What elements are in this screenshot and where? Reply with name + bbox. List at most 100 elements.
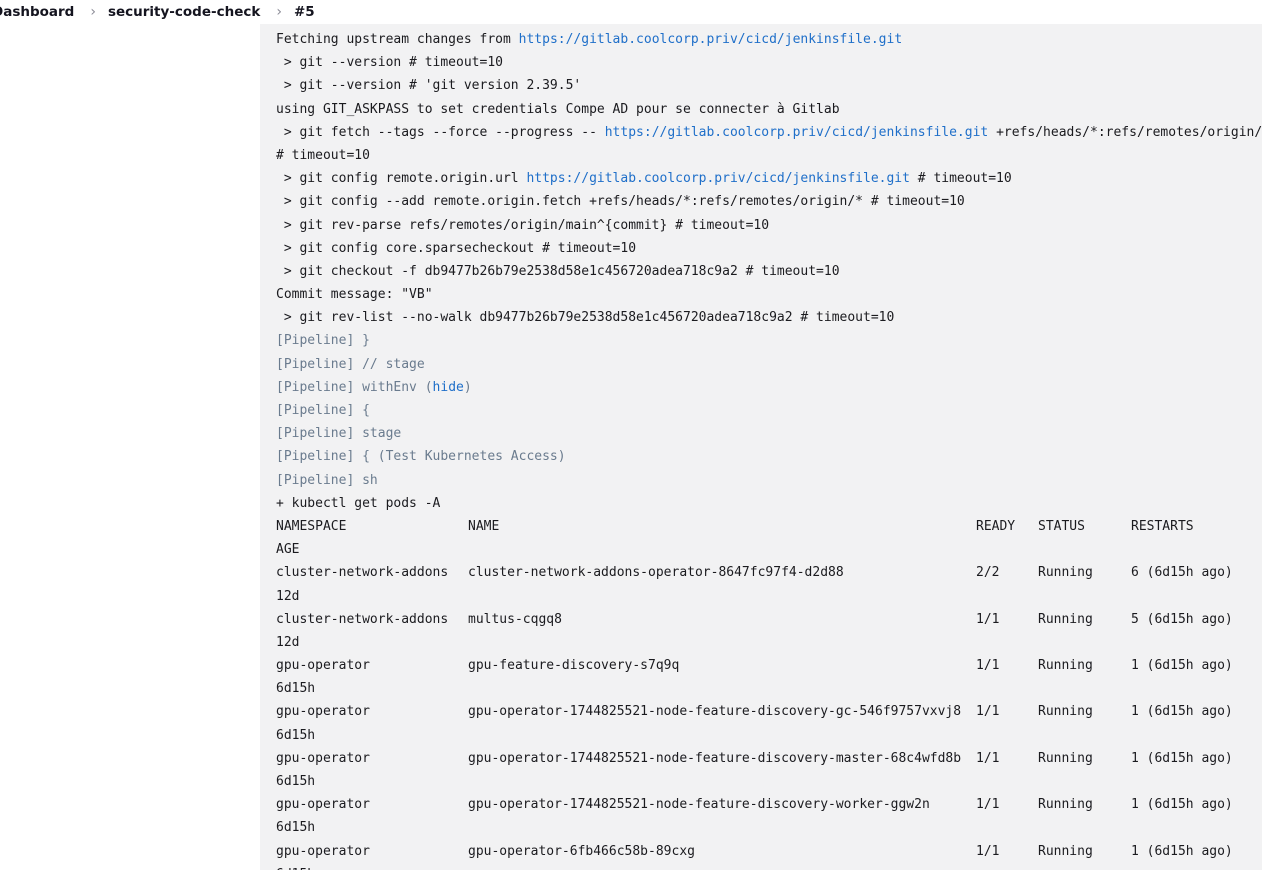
table-cell: 12d xyxy=(276,588,300,604)
repo-url-link[interactable]: https://gitlab.coolcorp.priv/cicd/jenkin… xyxy=(526,171,910,186)
table-cell: gpu-operator-1744825521-node-feature-dis… xyxy=(468,797,930,813)
table-cell: READY xyxy=(976,518,1016,534)
pipeline-text: [Pipeline] { (Test Kubernetes Access) xyxy=(276,449,566,465)
table-cell: cluster-network-addons-operator-8647fc97… xyxy=(468,565,844,581)
table-cell: 2/2 xyxy=(976,565,1000,581)
table-wrap-line: 6d15h xyxy=(276,724,1262,747)
table-cell: gpu-operator xyxy=(276,704,370,720)
table-cell: 12d xyxy=(276,634,300,650)
console-text: +refs/heads/*:refs/remotes/origin/* xyxy=(988,124,1262,140)
breadcrumb: Dashboard › security-code-check › #5 xyxy=(0,0,1262,24)
table-cell: gpu-operator xyxy=(276,843,370,859)
pipeline-text: [Pipeline] stage xyxy=(276,426,402,442)
table-cell: multus-cqgq8 xyxy=(468,611,562,627)
table-wrap-line: AGE xyxy=(276,538,1262,561)
console-line: > git --version # timeout=10 xyxy=(276,51,1262,74)
repo-url-link[interactable]: https://gitlab.coolcorp.priv/cicd/jenkin… xyxy=(605,125,989,140)
console-text: > git config remote.origin.url xyxy=(276,171,527,187)
pipeline-text: [Pipeline] } xyxy=(276,333,370,349)
table-row: gpu-operator gpu-operator-1744825521-node… xyxy=(276,700,1262,723)
table-row: cluster-network-addons multus-cqgq8 1/1 Run… xyxy=(276,608,1262,631)
table-cell: 1/1 xyxy=(976,658,1000,674)
table-cell: 6d15h xyxy=(276,820,316,836)
side-panel xyxy=(0,24,260,870)
table-cell: 1/1 xyxy=(976,843,1000,859)
table-cell: 1/1 xyxy=(976,797,1000,813)
console-line: [Pipeline] { xyxy=(276,399,1262,422)
breadcrumb-dashboard-link[interactable]: Dashboard xyxy=(0,4,74,20)
console-line: > git fetch --tags --force --progress --… xyxy=(276,121,1262,144)
breadcrumb-job-link[interactable]: security-code-check xyxy=(108,4,260,20)
pipeline-text: [Pipeline] // stage xyxy=(276,356,425,372)
table-cell: gpu-operator-1744825521-node-feature-dis… xyxy=(468,750,962,766)
table-cell: Running xyxy=(1038,843,1093,859)
table-cell: RESTARTS xyxy=(1131,518,1194,534)
console-text: > git checkout -f db9477b26b79e2538d58e1… xyxy=(276,263,840,279)
console-text: > git config core.sparsecheckout # timeo… xyxy=(276,240,637,256)
table-cell: Running xyxy=(1038,658,1093,674)
table-cell: 1 (6d15h ago) xyxy=(1131,704,1233,720)
table-wrap-line: 12d xyxy=(276,631,1262,654)
console-line: [Pipeline] stage xyxy=(276,422,1262,445)
table-cell: cluster-network-addons xyxy=(276,611,449,627)
table-cell: Running xyxy=(1038,611,1093,627)
chevron-right-icon: › xyxy=(276,4,282,20)
console-text: > git rev-parse refs/remotes/origin/main… xyxy=(276,217,770,233)
console-line: [Pipeline] } xyxy=(276,329,1262,352)
table-row: gpu-operator gpu-operator-6fb466c58b-89cx… xyxy=(276,840,1262,863)
table-wrap-line: 6d15h xyxy=(276,816,1262,839)
console-line: > git rev-list --no-walk db9477b26b79e25… xyxy=(276,306,1262,329)
console-text: using GIT_ASKPASS to set credentials Com… xyxy=(276,101,840,117)
table-row: cluster-network-addons cluster-network-ad… xyxy=(276,561,1262,584)
table-cell: NAME xyxy=(468,518,500,534)
table-cell: gpu-operator xyxy=(276,750,370,766)
table-cell: Running xyxy=(1038,750,1093,766)
console-line: [Pipeline] withEnv (hide) xyxy=(276,376,1262,399)
console-text: + kubectl get pods -A xyxy=(276,495,441,511)
console-line: [Pipeline] { (Test Kubernetes Access) xyxy=(276,445,1262,468)
breadcrumb-build-link[interactable]: #5 xyxy=(294,4,315,20)
table-cell: gpu-operator xyxy=(276,797,370,813)
table-cell: Running xyxy=(1038,797,1093,813)
console-line: using GIT_ASKPASS to set credentials Com… xyxy=(276,98,1262,121)
table-cell: 6 (6d15h ago) xyxy=(1131,565,1233,581)
table-cell: Running xyxy=(1038,565,1093,581)
pipeline-text: [Pipeline] sh xyxy=(276,472,378,488)
console-line: > git config remote.origin.url https://g… xyxy=(276,167,1262,190)
table-cell: STATUS xyxy=(1038,518,1085,534)
console-line: [Pipeline] // stage xyxy=(276,353,1262,376)
table-cell: 1/1 xyxy=(976,704,1000,720)
console-line: > git --version # 'git version 2.39.5' xyxy=(276,74,1262,97)
console-line: > git config --add remote.origin.fetch +… xyxy=(276,190,1262,213)
table-row: gpu-operator gpu-feature-discovery-s7q9q 1… xyxy=(276,654,1262,677)
table-wrap-line: 6d15h xyxy=(276,770,1262,793)
console-text: > git fetch --tags --force --progress -- xyxy=(276,124,605,140)
console-line: [Pipeline] sh xyxy=(276,469,1262,492)
pipeline-text: [Pipeline] { xyxy=(276,403,370,418)
console-line: # timeout=10 xyxy=(276,144,1262,167)
table-cell: 6d15h xyxy=(276,774,316,789)
console-text: Commit message: "VB" xyxy=(276,287,433,303)
repo-url-link[interactable]: https://gitlab.coolcorp.priv/cicd/jenkin… xyxy=(519,32,903,47)
chevron-right-icon: › xyxy=(90,4,96,20)
table-cell: Running xyxy=(1038,704,1093,720)
console-line: > git checkout -f db9477b26b79e2538d58e1… xyxy=(276,260,1262,283)
table-cell: 1 (6d15h ago) xyxy=(1131,797,1233,813)
console-text: Fetching upstream changes from xyxy=(276,32,519,47)
console-lines: Fetching upstream changes from https://g… xyxy=(276,28,1262,870)
table-wrap-line: 6d15h xyxy=(276,863,1262,870)
table-cell: gpu-operator-6fb466c58b-89cxg xyxy=(468,843,695,859)
console-line: + kubectl get pods -A xyxy=(276,492,1262,515)
table-cell: 6d15h xyxy=(276,681,316,697)
console-text: > git --version # timeout=10 xyxy=(276,55,503,71)
console-line: > git rev-parse refs/remotes/origin/main… xyxy=(276,214,1262,237)
table-wrap-line: 12d xyxy=(276,585,1262,608)
table-cell: 1 (6d15h ago) xyxy=(1131,750,1233,766)
table-cell: NAMESPACE xyxy=(276,518,347,534)
table-cell: AGE xyxy=(276,542,300,558)
pipeline-text: ) xyxy=(463,379,472,395)
table-row: gpu-operator gpu-operator-1744825521-node… xyxy=(276,793,1262,816)
console-text: > git --version # 'git version 2.39.5' xyxy=(276,78,582,94)
hide-link[interactable]: hide xyxy=(433,380,464,395)
console-output[interactable]: Fetching upstream changes from https://g… xyxy=(260,24,1262,870)
